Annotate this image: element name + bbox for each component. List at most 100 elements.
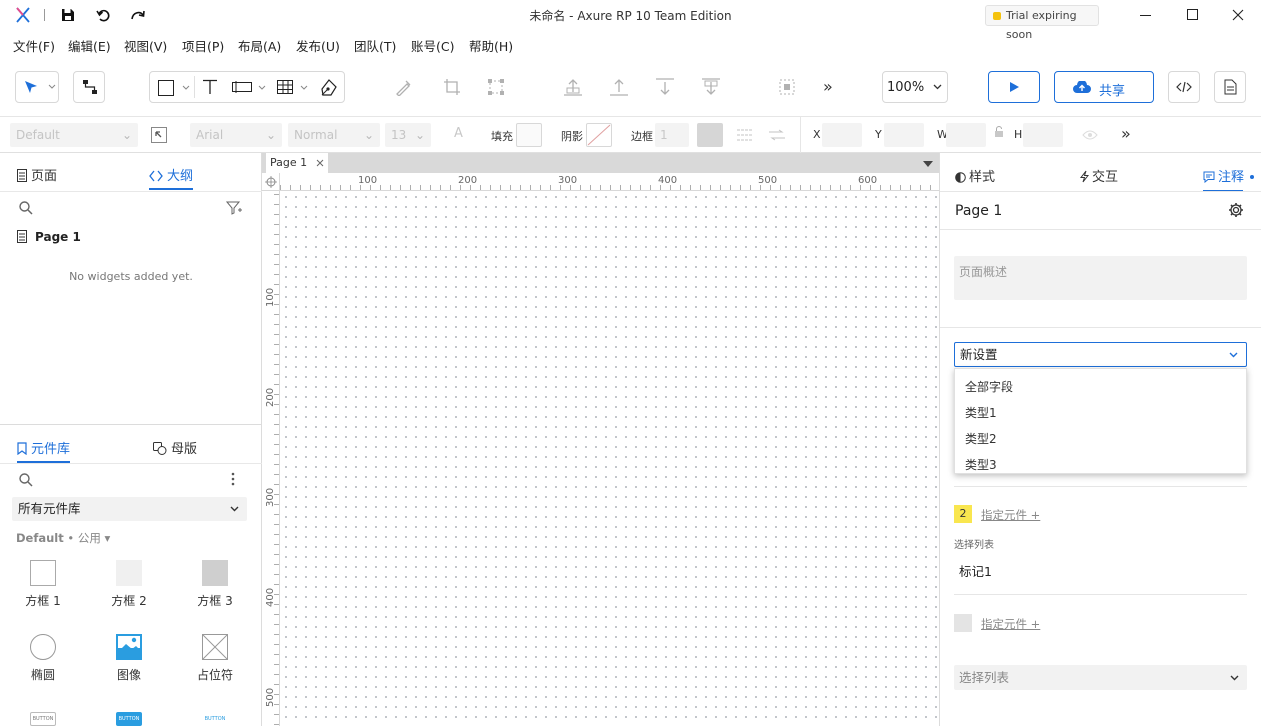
tab-outline[interactable]: 大纲 xyxy=(149,165,194,190)
menu-project[interactable]: 项目(P) xyxy=(182,36,224,55)
page-tab[interactable]: Page 1 xyxy=(266,153,328,173)
send-backward-icon[interactable] xyxy=(655,78,675,110)
marker-value[interactable]: 标记1 xyxy=(959,561,992,580)
lock-icon[interactable] xyxy=(994,126,1004,138)
tab-notes[interactable]: 注释 xyxy=(1203,166,1255,192)
caret-down-icon[interactable] xyxy=(923,161,933,167)
connector-tool-button[interactable] xyxy=(73,71,105,103)
page-description-input[interactable]: 页面概述 xyxy=(954,256,1247,300)
design-canvas[interactable] xyxy=(281,192,939,726)
dropdown-option[interactable]: 类型1 xyxy=(965,404,997,421)
outline-page-item[interactable]: Page 1 xyxy=(17,230,81,244)
transform-points-icon[interactable] xyxy=(487,78,505,110)
code-inspect-button[interactable] xyxy=(1168,71,1200,103)
close-tab-icon[interactable] xyxy=(316,159,324,167)
widget-image[interactable]: 图像 xyxy=(99,634,159,683)
chevron-down-icon xyxy=(1229,352,1238,358)
text-tool-icon[interactable] xyxy=(202,79,218,95)
font-family-select[interactable]: Arial ⌄ xyxy=(190,123,282,147)
close-window-icon[interactable] xyxy=(1232,9,1244,21)
trial-badge[interactable]: Trial expiring soon xyxy=(985,5,1099,41)
menu-file[interactable]: 文件(F) xyxy=(13,36,55,55)
bring-forward-icon[interactable] xyxy=(563,78,583,110)
group-icon[interactable] xyxy=(778,78,796,110)
font-size-select[interactable]: 13 ⌄ xyxy=(385,123,431,147)
chevron-down-icon[interactable] xyxy=(258,85,266,91)
minimize-icon[interactable] xyxy=(1140,15,1152,17)
input-field-tool-icon[interactable] xyxy=(232,80,252,94)
widget-placeholder[interactable]: 占位符 xyxy=(185,633,245,683)
menu-layout[interactable]: 布局(A) xyxy=(238,36,281,55)
tab-masters[interactable]: 母版 xyxy=(153,438,197,457)
publish-document-button[interactable] xyxy=(1214,71,1246,103)
search-icon[interactable] xyxy=(19,201,33,215)
shadow-swatch[interactable] xyxy=(586,123,612,147)
menu-publish[interactable]: 发布(U) xyxy=(296,36,340,55)
text-color-icon[interactable]: A xyxy=(454,126,463,141)
preview-button[interactable] xyxy=(988,71,1040,103)
widget-ellipse[interactable]: 椭圆 xyxy=(13,634,73,683)
fill-color-swatch[interactable] xyxy=(516,123,542,147)
table-tool-icon[interactable] xyxy=(277,80,293,94)
zoom-select[interactable]: 100% xyxy=(882,71,948,103)
font-weight-select[interactable]: Normal ⌄ xyxy=(288,123,380,147)
horizontal-ruler[interactable]: 100 200 300 400 500 600 xyxy=(280,173,939,191)
pen-tool-icon[interactable] xyxy=(320,79,338,97)
notes-field-set-select[interactable]: 新设置 xyxy=(954,342,1247,367)
code-icon xyxy=(1176,81,1192,93)
format-more-button[interactable]: » xyxy=(1121,124,1131,143)
library-group-header[interactable]: Default • 公用 ▾ xyxy=(16,530,110,546)
tab-interactions[interactable]: 交互 xyxy=(1080,166,1118,185)
y-input[interactable] xyxy=(884,123,924,147)
vertical-ruler[interactable]: 100 200 300 400 500 xyxy=(262,191,280,726)
width-input[interactable] xyxy=(946,123,986,147)
border-color-swatch[interactable] xyxy=(697,123,723,147)
share-button[interactable]: 共享 xyxy=(1054,71,1154,103)
search-icon[interactable] xyxy=(19,473,33,487)
gear-icon[interactable] xyxy=(1228,202,1244,218)
send-to-back-icon[interactable] xyxy=(701,78,721,110)
widget-box-1[interactable]: 方框 1 xyxy=(13,560,73,609)
widget-link-button-thumb[interactable]: BUTTON xyxy=(202,712,228,726)
ruler-corner[interactable] xyxy=(262,173,280,191)
dropdown-option[interactable]: 类型2 xyxy=(965,430,997,447)
style-select[interactable]: Default ⌄ xyxy=(10,123,138,147)
widget-box-3[interactable]: 方框 3 xyxy=(185,560,245,609)
select-tool-button[interactable] xyxy=(15,71,59,103)
menu-account[interactable]: 账号(C) xyxy=(411,36,454,55)
chevron-down-icon[interactable] xyxy=(182,85,190,91)
library-select[interactable]: 所有元件库 xyxy=(12,497,247,521)
menu-edit[interactable]: 编辑(E) xyxy=(68,36,111,55)
tab-library[interactable]: 元件库 xyxy=(17,438,71,463)
style-editor-icon[interactable] xyxy=(151,127,167,143)
rectangle-tool-icon[interactable] xyxy=(158,80,174,96)
x-input[interactable] xyxy=(822,123,862,147)
tab-pages[interactable]: 页面 xyxy=(17,165,57,184)
tab-style[interactable]: 样式 xyxy=(955,166,995,185)
widget-primary-button-thumb[interactable]: BUTTON xyxy=(116,712,142,726)
menu-help[interactable]: 帮助(H) xyxy=(469,36,513,55)
arrow-style-icon[interactable] xyxy=(768,129,786,141)
dropdown-option[interactable]: 全部字段 xyxy=(965,378,1013,395)
dropdown-option[interactable]: 类型3 xyxy=(965,456,997,473)
crop-icon[interactable] xyxy=(443,78,461,110)
assign-widget-link[interactable]: 指定元件 + xyxy=(981,507,1040,523)
filter-icon[interactable] xyxy=(226,201,242,215)
maximize-icon[interactable] xyxy=(1187,9,1199,21)
assign-widget-link-2[interactable]: 指定元件 + xyxy=(981,616,1040,632)
chevron-down-icon[interactable] xyxy=(300,85,308,91)
toolbar-more-button[interactable]: » xyxy=(823,77,833,109)
widget-button-thumb[interactable]: BUTTON xyxy=(30,712,56,726)
more-vertical-icon[interactable] xyxy=(231,472,235,486)
visibility-eye-icon[interactable] xyxy=(1082,130,1098,140)
menu-team[interactable]: 团队(T) xyxy=(354,36,396,55)
bring-to-front-icon[interactable] xyxy=(609,78,629,110)
widget-box-2[interactable]: 方框 2 xyxy=(99,560,159,609)
line-style-icon[interactable] xyxy=(736,129,754,141)
ruler-tick-label: 300 xyxy=(558,175,578,186)
border-width-input[interactable]: 1 xyxy=(655,123,689,147)
height-input[interactable] xyxy=(1023,123,1063,147)
format-painter-icon[interactable] xyxy=(395,78,413,110)
menu-view[interactable]: 视图(V) xyxy=(124,36,167,55)
select-list-dropdown[interactable]: 选择列表 xyxy=(954,665,1247,690)
